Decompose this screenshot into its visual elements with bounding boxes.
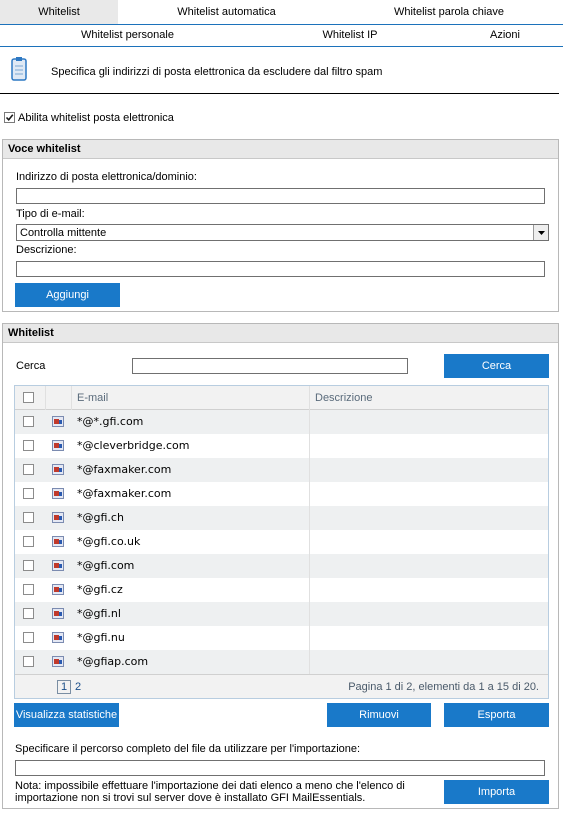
import-note: Nota: impossibile effettuare l'importazi… [15, 780, 405, 804]
table-row[interactable]: *@gfi.nl [15, 602, 548, 626]
remove-button[interactable]: Rimuovi [327, 703, 431, 727]
table-row[interactable]: *@gfiap.com [15, 650, 548, 674]
sender-type-icon [52, 560, 64, 571]
page-1-link[interactable]: 1 [57, 680, 71, 694]
table-row[interactable]: *@gfi.co.uk [15, 530, 548, 554]
sender-type-icon [52, 656, 64, 667]
row-checkbox[interactable] [23, 512, 34, 523]
row-checkbox[interactable] [23, 584, 34, 595]
entry-panel-title: Voce whitelist [3, 140, 558, 159]
subtab-azioni[interactable]: Azioni [465, 24, 545, 46]
sender-type-icon [52, 608, 64, 619]
tab-whitelist-parola-chiave[interactable]: Whitelist parola chiave [335, 0, 563, 24]
import-path-input[interactable] [15, 760, 545, 776]
address-label: Indirizzo di posta elettronica/dominio: [16, 171, 197, 183]
subtab-separator [0, 46, 563, 47]
type-label: Tipo di e-mail: [16, 208, 85, 220]
search-label: Cerca [16, 360, 46, 372]
export-button[interactable]: Esporta [444, 703, 549, 727]
grid-pager: 1 2 Pagina 1 di 2, elementi da 1 a 15 di… [15, 674, 548, 698]
description-label: Descrizione: [16, 244, 77, 256]
type-select-value: Controlla mittente [20, 227, 107, 239]
row-email: *@*.gfi.com [77, 415, 144, 428]
row-email: *@faxmaker.com [77, 463, 172, 476]
row-email: *@gfi.com [77, 559, 135, 572]
sender-type-icon [52, 416, 64, 427]
import-path-label: Specificare il percorso completo del fil… [15, 743, 361, 755]
row-email: *@gfi.co.uk [77, 535, 141, 548]
row-checkbox[interactable] [23, 656, 34, 667]
description-input[interactable] [16, 261, 545, 277]
sender-type-icon [52, 584, 64, 595]
sender-type-icon [52, 488, 64, 499]
row-email: *@gfi.ch [77, 511, 124, 524]
subtab-whitelist-personale[interactable]: Whitelist personale [40, 24, 215, 46]
enable-whitelist-checkbox[interactable] [4, 112, 15, 123]
view-stats-button[interactable]: Visualizza statistiche [14, 703, 119, 727]
chevron-down-icon[interactable] [533, 225, 548, 240]
row-email: *@gfiap.com [77, 655, 149, 668]
search-input[interactable] [132, 358, 408, 374]
row-checkbox[interactable] [23, 440, 34, 451]
grid-header: E-mail Descrizione [15, 386, 548, 410]
row-email: *@gfi.nu [77, 631, 125, 644]
row-checkbox[interactable] [23, 632, 34, 643]
sender-type-icon [52, 464, 64, 475]
column-description[interactable]: Descrizione [315, 392, 372, 404]
tab-whitelist[interactable]: Whitelist [0, 0, 118, 24]
column-email[interactable]: E-mail [77, 392, 108, 404]
sender-type-icon [52, 632, 64, 643]
row-email: *@gfi.nl [77, 607, 121, 620]
row-checkbox[interactable] [23, 560, 34, 571]
sender-type-icon [52, 440, 64, 451]
import-button[interactable]: Importa [444, 780, 549, 804]
clipboard-icon [11, 56, 27, 82]
table-row[interactable]: *@gfi.nu [15, 626, 548, 650]
row-checkbox[interactable] [23, 464, 34, 475]
row-checkbox[interactable] [23, 488, 34, 499]
page-2-link[interactable]: 2 [75, 680, 81, 694]
subtab-whitelist-ip[interactable]: Whitelist IP [290, 24, 410, 46]
tab-whitelist-automatica[interactable]: Whitelist automatica [118, 0, 335, 24]
table-row[interactable]: *@gfi.cz [15, 578, 548, 602]
address-input[interactable] [16, 188, 545, 204]
select-all-checkbox[interactable] [23, 392, 34, 403]
whitelist-panel-title: Whitelist [3, 324, 558, 343]
row-email: *@gfi.cz [77, 583, 123, 596]
sender-type-icon [52, 512, 64, 523]
table-row[interactable]: *@faxmaker.com [15, 482, 548, 506]
table-row[interactable]: *@cleverbridge.com [15, 434, 548, 458]
search-button[interactable]: Cerca [444, 354, 549, 378]
table-row[interactable]: *@gfi.com [15, 554, 548, 578]
sender-type-icon [52, 536, 64, 547]
pager-info: Pagina 1 di 2, elementi da 1 a 15 di 20. [348, 681, 539, 693]
row-checkbox[interactable] [23, 536, 34, 547]
row-checkbox[interactable] [23, 608, 34, 619]
table-row[interactable]: *@faxmaker.com [15, 458, 548, 482]
table-row[interactable]: *@*.gfi.com [15, 410, 548, 434]
row-checkbox[interactable] [23, 416, 34, 427]
whitelist-grid: E-mail Descrizione *@*.gfi.com *@cleverbr… [14, 385, 549, 699]
divider [0, 93, 559, 94]
row-email: *@cleverbridge.com [77, 439, 190, 452]
type-select[interactable]: Controlla mittente [16, 224, 549, 241]
row-email: *@faxmaker.com [77, 487, 172, 500]
add-button[interactable]: Aggiungi [15, 283, 120, 307]
page-description: Specifica gli indirizzi di posta elettro… [51, 66, 383, 78]
enable-whitelist-label: Abilita whitelist posta elettronica [18, 112, 174, 124]
table-row[interactable]: *@gfi.ch [15, 506, 548, 530]
